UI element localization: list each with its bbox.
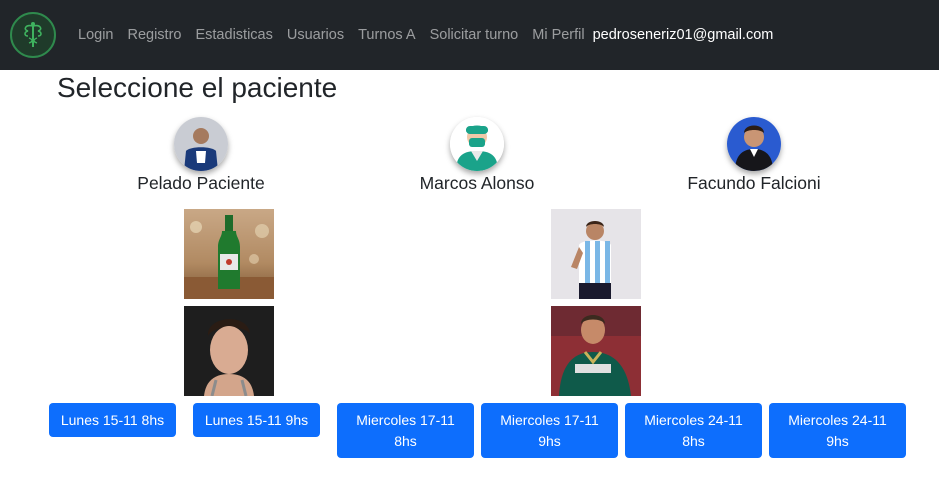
nav-links: Login Registro Estadisticas Usuarios Tur… [78,0,773,70]
slot-button-miercoles-17-11-8hs[interactable]: Miercoles 17-11 8hs [337,403,474,458]
slot-button-miercoles-24-11-8hs[interactable]: Miercoles 24-11 8hs [625,403,762,458]
patient-avatar [450,117,504,171]
patient-name: Facundo Falcioni [687,173,821,193]
nav-link-mi-perfil[interactable]: Mi Perfil [532,27,584,43]
slot-button-lunes-15-11-9hs[interactable]: Lunes 15-11 9hs [193,403,320,437]
patient-card-pelado[interactable]: Pelado Paciente [91,117,311,194]
beer-bottle-photo[interactable] [184,209,274,299]
nav-link-turnos-a[interactable]: Turnos A [358,27,416,43]
patient-name: Pelado Paciente [137,173,265,193]
nav-link-estadisticas[interactable]: Estadisticas [195,27,272,43]
slot-button-miercoles-17-11-9hs[interactable]: Miercoles 17-11 9hs [481,403,618,458]
patient-name: Marcos Alonso [419,173,535,193]
patient-avatar [727,117,781,171]
patient-avatar [174,117,228,171]
nav-link-solicitar-turno[interactable]: Solicitar turno [430,27,519,43]
slot-button-lunes-15-11-8hs[interactable]: Lunes 15-11 8hs [49,403,176,437]
nav-link-registro[interactable]: Registro [127,27,181,43]
nav-link-usuarios[interactable]: Usuarios [287,27,344,43]
page-title: Seleccione el paciente [57,72,338,103]
nav-link-login[interactable]: Login [78,27,113,43]
caduceus-icon [24,22,42,47]
soccer-player-photo-2[interactable] [551,306,641,396]
patient-card-marcos[interactable]: Marcos Alonso [367,117,587,194]
caduceus-logo-icon[interactable] [10,12,56,58]
user-email: pedroseneriz01@gmail.com [592,27,774,43]
navbar: Login Registro Estadisticas Usuarios Tur… [0,0,939,70]
slot-button-miercoles-24-11-9hs[interactable]: Miercoles 24-11 9hs [769,403,906,458]
young-man-photo[interactable] [184,306,274,396]
soccer-player-photo-1[interactable] [551,209,641,299]
patient-card-facundo[interactable]: Facundo Falcioni [644,117,864,194]
